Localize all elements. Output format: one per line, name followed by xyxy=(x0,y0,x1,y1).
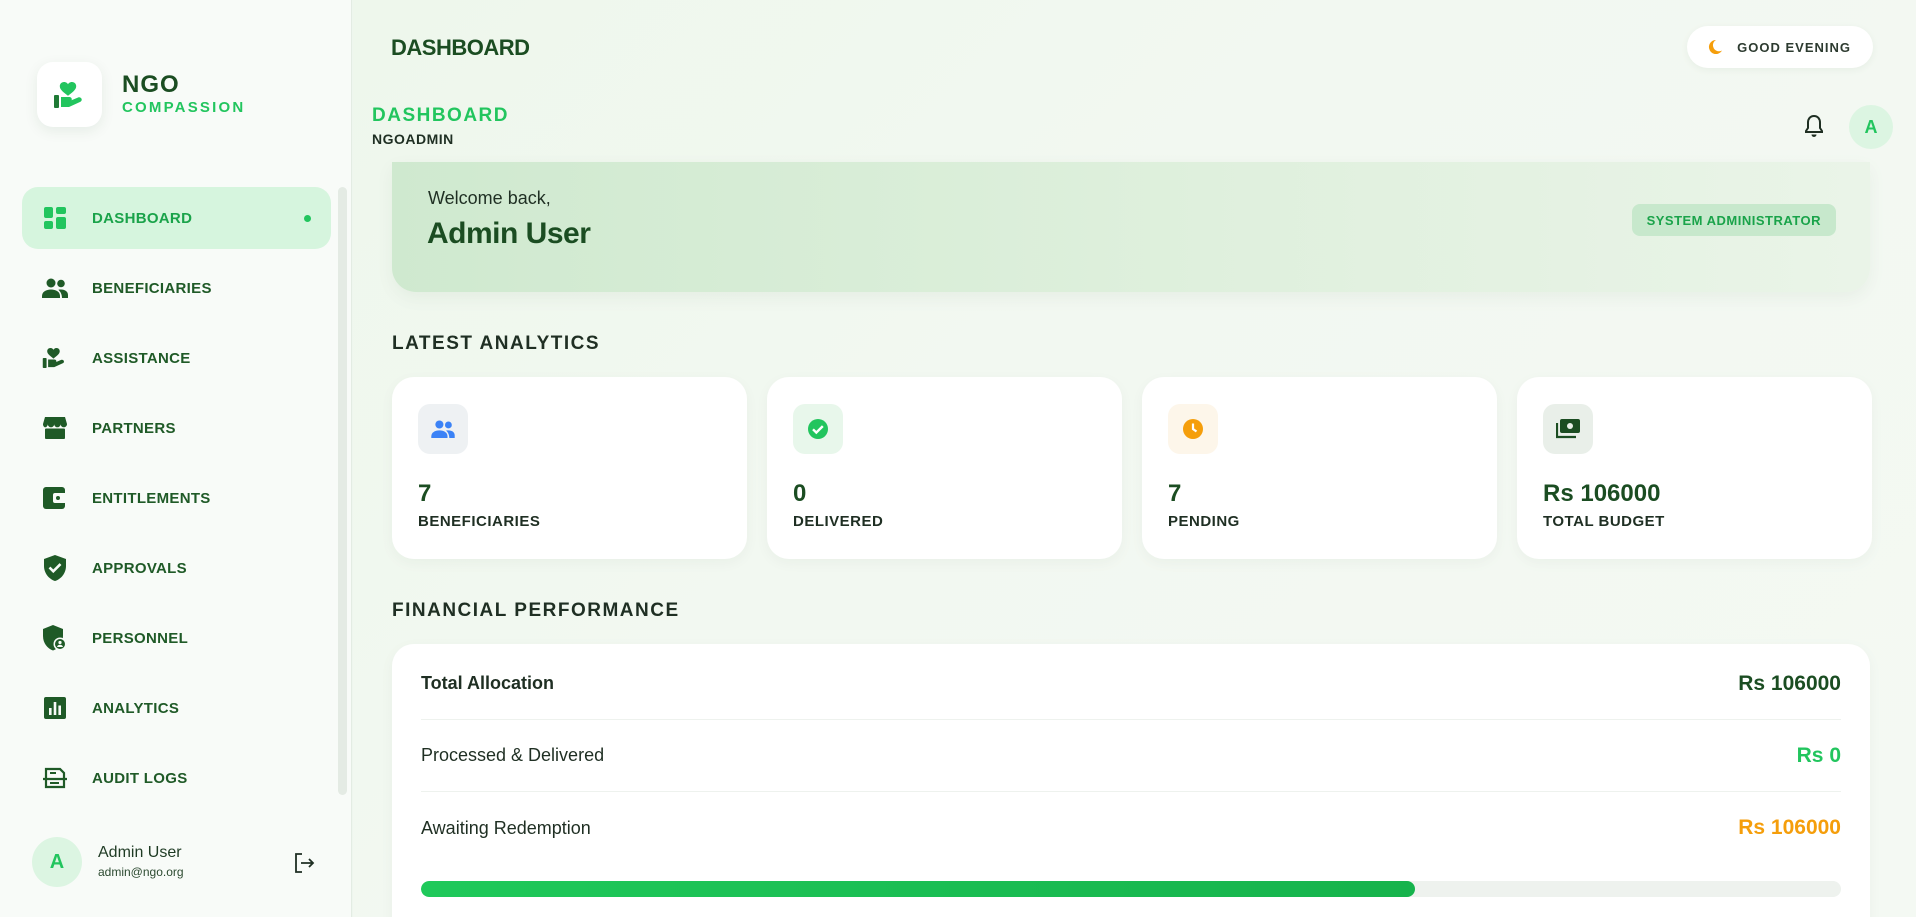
sidebar-item-label: ANALYTICS xyxy=(92,699,180,717)
hand-heart-icon xyxy=(42,345,68,371)
progress-track xyxy=(421,881,1841,897)
shield-person-icon xyxy=(42,625,68,651)
sidebar-item-partners[interactable]: PARTNERS xyxy=(22,397,331,459)
bell-icon xyxy=(1805,114,1823,137)
stat-value: 7 xyxy=(1168,480,1182,507)
fin-value: Rs 106000 xyxy=(1738,671,1841,695)
sidebar-item-label: AUDIT LOGS xyxy=(92,769,188,787)
clock-icon xyxy=(1183,419,1203,439)
sidebar-item-label: APPROVALS xyxy=(92,559,187,577)
brand-logo xyxy=(37,62,102,127)
shield-check-icon xyxy=(42,555,68,581)
fin-row-processed: Processed & Delivered Rs 0 xyxy=(421,720,1841,792)
fin-row-total: Total Allocation Rs 106000 xyxy=(421,648,1841,720)
main-content: DASHBOARD GOOD EVENING DASHBOARD NGOADMI… xyxy=(353,0,1916,917)
stat-value: 0 xyxy=(793,480,807,507)
sidebar-item-label: BENEFICIARIES xyxy=(92,279,212,297)
sidebar-item-beneficiaries[interactable]: BENEFICIARIES xyxy=(22,257,331,319)
sidebar-scrollbar[interactable] xyxy=(338,187,347,795)
avatar[interactable]: A xyxy=(32,837,82,887)
page-caption: NGOADMIN xyxy=(372,131,454,147)
brand-subtitle: COMPASSION xyxy=(122,98,246,116)
stat-label: DELIVERED xyxy=(793,513,884,530)
people-icon xyxy=(42,275,68,301)
stat-label: BENEFICIARIES xyxy=(418,513,541,530)
stat-icon-box xyxy=(418,404,468,454)
role-badge: SYSTEM ADMINISTRATOR xyxy=(1631,204,1836,236)
sidebar-item-approvals[interactable]: APPROVALS xyxy=(22,537,331,599)
sidebar-item-entitlements[interactable]: ENTITLEMENTS xyxy=(22,467,331,529)
people-icon xyxy=(431,420,455,438)
financial-card: Total Allocation Rs 106000 Processed & D… xyxy=(392,644,1870,917)
scan-doc-icon xyxy=(42,765,68,791)
sidebar-item-analytics[interactable]: ANALYTICS xyxy=(22,677,331,739)
header-avatar[interactable]: A xyxy=(1849,105,1893,149)
sidebar-item-assistance[interactable]: ASSISTANCE xyxy=(22,327,331,389)
stat-icon-box xyxy=(793,404,843,454)
logout-icon xyxy=(295,853,315,873)
fin-row-awaiting: Awaiting Redemption Rs 106000 xyxy=(421,792,1841,864)
stat-card-beneficiaries[interactable]: 7 BENEFICIARIES xyxy=(392,377,747,559)
sidebar-item-dashboard[interactable]: DASHBOARD xyxy=(22,187,331,249)
moon-icon xyxy=(1709,39,1723,54)
fin-label: Total Allocation xyxy=(421,673,554,693)
active-indicator xyxy=(304,215,311,222)
stat-label: TOTAL BUDGET xyxy=(1543,513,1665,530)
user-name: Admin User xyxy=(98,844,182,861)
greeting-pill: GOOD EVENING xyxy=(1687,26,1873,68)
analytics-section-title: LATEST ANALYTICS xyxy=(392,333,601,354)
bar-chart-icon xyxy=(42,695,68,721)
user-profile: A Admin User admin@ngo.org xyxy=(32,837,317,887)
fin-label: Processed & Delivered xyxy=(421,745,605,765)
stat-card-pending[interactable]: 7 PENDING xyxy=(1142,377,1497,559)
stat-card-delivered[interactable]: 0 DELIVERED xyxy=(767,377,1122,559)
stat-label: PENDING xyxy=(1168,513,1240,530)
sidebar-item-personnel[interactable]: PERSONNEL xyxy=(22,607,331,669)
fin-value: Rs 106000 xyxy=(1738,816,1841,839)
sidebar-item-label: ASSISTANCE xyxy=(92,349,191,367)
progress-fill xyxy=(421,881,1415,897)
stats-row: 7 BENEFICIARIES 0 DELIVERED 7 PENDING Rs… xyxy=(392,377,1872,559)
notifications-button[interactable] xyxy=(1799,111,1829,141)
stat-value: 7 xyxy=(418,480,432,507)
sidebar-nav: DASHBOARD BENEFICIARIES ASSISTANCE PARTN… xyxy=(22,187,331,817)
financial-section-title: FINANCIAL PERFORMANCE xyxy=(392,600,680,621)
brand[interactable]: NGO COMPASSION xyxy=(37,62,245,127)
wallet-icon xyxy=(42,485,68,511)
logout-button[interactable] xyxy=(291,850,317,876)
welcome-user-name: Admin User xyxy=(427,217,591,250)
sidebar-item-label: ENTITLEMENTS xyxy=(92,489,211,507)
stat-icon-box xyxy=(1168,404,1218,454)
app-title: DASHBOARD xyxy=(391,35,530,60)
stat-icon-box xyxy=(1543,404,1593,454)
sidebar-item-label: DASHBOARD xyxy=(92,209,193,227)
page-header: DASHBOARD NGOADMIN xyxy=(372,105,509,147)
check-circle-icon xyxy=(808,419,828,439)
user-email: admin@ngo.org xyxy=(98,865,184,879)
fin-value: Rs 0 xyxy=(1796,743,1841,767)
stat-card-total-budget[interactable]: Rs 106000 TOTAL BUDGET xyxy=(1517,377,1872,559)
brand-name: NGO xyxy=(122,70,180,98)
grid-icon xyxy=(42,205,68,231)
stat-value: Rs 106000 xyxy=(1543,480,1661,507)
page-title: DASHBOARD xyxy=(372,105,509,126)
sidebar-item-label: PERSONNEL xyxy=(92,629,189,647)
fin-label: Awaiting Redemption xyxy=(421,817,591,838)
sidebar-item-audit-logs[interactable]: AUDIT LOGS xyxy=(22,747,331,809)
hand-heart-icon xyxy=(53,81,82,108)
storefront-icon xyxy=(42,415,68,441)
sidebar-item-label: PARTNERS xyxy=(92,419,176,437)
greeting-text: GOOD EVENING xyxy=(1737,39,1851,55)
money-icon xyxy=(1556,419,1580,439)
welcome-card: Welcome back, Admin User SYSTEM ADMINIST… xyxy=(392,162,1870,292)
sidebar: NGO COMPASSION DASHBOARD BENEFICIARIES A… xyxy=(0,0,352,917)
welcome-text: Welcome back, xyxy=(428,188,551,208)
